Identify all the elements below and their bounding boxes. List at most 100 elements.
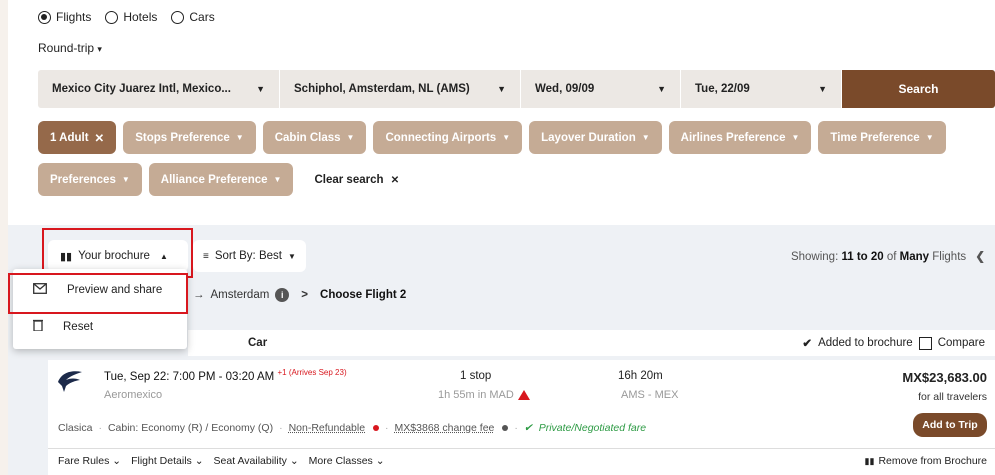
reset-item[interactable]: Reset xyxy=(13,319,187,334)
card-divider xyxy=(48,448,995,449)
link-label: Flight Details xyxy=(131,455,192,467)
chevron-down-icon: ▼ xyxy=(235,133,244,142)
layover-text: 1h 55m in MAD xyxy=(438,389,514,401)
chevron-down-icon: ▼ xyxy=(657,84,666,94)
return-date-field[interactable]: Tue, 22/09 ▼ xyxy=(681,70,842,108)
departure-arrival: Tue, Sep 22: 7:00 PM - 03:20 AM xyxy=(104,370,275,383)
hotels-radio[interactable]: Hotels xyxy=(105,10,157,24)
breadcrumb: → Amsterdam i > Choose Flight 2 xyxy=(193,288,406,302)
flight-search-page: Flights Hotels Cars Round-trip ▾ Mexico … xyxy=(8,0,995,475)
reset-label: Reset xyxy=(63,320,94,333)
time-preference-chip[interactable]: Time Preference ▼ xyxy=(818,121,946,154)
layover-duration-chip[interactable]: Layover Duration ▼ xyxy=(529,121,662,154)
depart-date-field[interactable]: Wed, 09/09 ▼ xyxy=(521,70,681,108)
chip-label: Stops Preference xyxy=(135,131,230,144)
connecting-airports-chip[interactable]: Connecting Airports ▼ xyxy=(373,121,523,154)
radio-checked-icon xyxy=(38,10,51,24)
car-column-header: Car xyxy=(248,337,268,349)
add-to-trip-button[interactable]: Add to Trip xyxy=(913,413,987,437)
showing-many: Many xyxy=(899,251,930,263)
results-count: Showing: 11 to 20 of Many Flights ❮ xyxy=(791,249,985,263)
destination-value: Schiphol, Amsterdam, NL (AMS) xyxy=(294,83,470,95)
compare-label: Compare xyxy=(937,337,985,349)
alert-dot-icon xyxy=(373,425,380,431)
brochure-status: ✔ Added to brochure Compare xyxy=(802,336,985,350)
chevron-down-icon: ▼ xyxy=(818,84,827,94)
chevron-down-icon: ⌄ xyxy=(112,455,122,467)
showing-suffix: Flights xyxy=(932,251,967,263)
close-icon[interactable]: ✕ xyxy=(95,131,105,145)
fare-rules-link[interactable]: Fare Rules ⌄ xyxy=(58,455,121,467)
filter-chips-row-2: Preferences ▼ Alliance Preference ▼ Clea… xyxy=(38,163,399,196)
cars-radio[interactable]: Cars xyxy=(171,10,215,24)
clear-search-label: Clear search xyxy=(314,173,384,186)
airlines-preference-chip[interactable]: Airlines Preference ▼ xyxy=(668,121,812,154)
info-icon[interactable]: i xyxy=(275,288,290,302)
chevron-down-icon: ▾ xyxy=(97,44,102,54)
chevron-left-icon[interactable]: ❮ xyxy=(975,251,985,263)
book-icon: ▮▮ xyxy=(864,455,875,466)
compare-checkbox[interactable] xyxy=(918,336,932,350)
fare-details: Clasica · Cabin: Economy (R) / Economy (… xyxy=(58,422,647,434)
sort-label: Sort By: Best xyxy=(214,250,282,262)
showing-range: 11 to 20 xyxy=(841,251,884,263)
flight-details-link[interactable]: Flight Details ⌄ xyxy=(131,455,203,467)
sort-icon: ≡ xyxy=(203,250,209,262)
link-label: Fare Rules xyxy=(58,455,110,467)
origin-field[interactable]: Mexico City Juarez Intl, Mexico... ▼ xyxy=(38,70,280,108)
chevron-down-icon: ⌄ xyxy=(289,455,299,467)
flights-label: Flights xyxy=(56,10,92,24)
breadcrumb-city[interactable]: Amsterdam xyxy=(211,289,270,301)
flight-times: Tue, Sep 22: 7:00 PM - 03:20 AM +1 (Arri… xyxy=(104,368,347,383)
filter-chips-row-1: 1 Adult ✕ Stops Preference ▼ Cabin Class… xyxy=(38,121,946,154)
radio-icon xyxy=(105,10,119,24)
cabin-class-chip[interactable]: Cabin Class ▼ xyxy=(262,121,367,154)
trip-mode-dropdown[interactable]: Round-trip ▾ xyxy=(38,41,102,55)
flight-links: Fare Rules ⌄ Flight Details ⌄ Seat Avail… xyxy=(58,455,385,467)
flight-route: AMS - MEX xyxy=(621,389,679,401)
aeromexico-logo-icon xyxy=(56,368,84,399)
refund-policy[interactable]: Non-Refundable xyxy=(289,422,365,434)
chevron-down-icon: ▼ xyxy=(121,175,130,184)
layover-info: 1h 55m in MAD xyxy=(438,389,530,401)
chip-label: Layover Duration xyxy=(541,131,636,144)
arrow-right-icon: → xyxy=(193,289,205,301)
adults-chip[interactable]: 1 Adult ✕ xyxy=(38,121,117,154)
chip-label: Preferences xyxy=(50,173,116,186)
radio-icon xyxy=(171,10,185,24)
clear-search-button[interactable]: Clear search ✕ xyxy=(314,174,399,186)
destination-field[interactable]: Schiphol, Amsterdam, NL (AMS) ▼ xyxy=(280,70,521,108)
chip-label: Time Preference xyxy=(830,131,920,144)
seat-availability-link[interactable]: Seat Availability ⌄ xyxy=(214,455,299,467)
price-note: for all travelers xyxy=(918,391,987,403)
chip-label: Cabin Class xyxy=(274,131,341,144)
more-classes-link[interactable]: More Classes ⌄ xyxy=(309,455,385,467)
preferences-chip[interactable]: Preferences ▼ xyxy=(38,163,142,196)
remove-from-brochure-button[interactable]: ▮▮ Remove from Brochure xyxy=(865,455,987,467)
chevron-down-icon: ▼ xyxy=(497,84,506,94)
cars-label: Cars xyxy=(189,10,215,24)
preview-highlight-box xyxy=(8,273,188,314)
chevron-down-icon: ▼ xyxy=(273,175,282,184)
sort-dropdown[interactable]: ≡ Sort By: Best ▼ xyxy=(193,240,306,272)
search-button[interactable]: Search xyxy=(842,70,995,108)
stops-count: 1 stop xyxy=(460,370,492,382)
flights-radio[interactable]: Flights xyxy=(38,10,91,24)
alliance-preference-chip[interactable]: Alliance Preference ▼ xyxy=(148,163,294,196)
checkmark-icon: ✔ xyxy=(802,338,813,350)
check-icon: ✔ xyxy=(523,422,533,434)
change-fee[interactable]: MX$3868 change fee xyxy=(395,422,495,434)
trip-mode-label: Round-trip xyxy=(38,41,95,55)
flight-duration: 16h 20m xyxy=(618,370,663,382)
chevron-down-icon: ▼ xyxy=(287,251,296,261)
link-label: Seat Availability xyxy=(213,455,287,467)
stops-preference-chip[interactable]: Stops Preference ▼ xyxy=(123,121,256,154)
chevron-down-icon: ▼ xyxy=(502,133,511,142)
return-date-value: Tue, 22/09 xyxy=(695,83,750,95)
flight-price: MX$23,683.00 xyxy=(902,370,987,385)
airline-name: Aeromexico xyxy=(104,389,163,401)
chevron-down-icon: ⌄ xyxy=(375,455,385,467)
chip-label: Airlines Preference xyxy=(680,131,786,144)
breadcrumb-current: Choose Flight 2 xyxy=(320,289,407,301)
chevron-down-icon: ▼ xyxy=(346,133,355,142)
